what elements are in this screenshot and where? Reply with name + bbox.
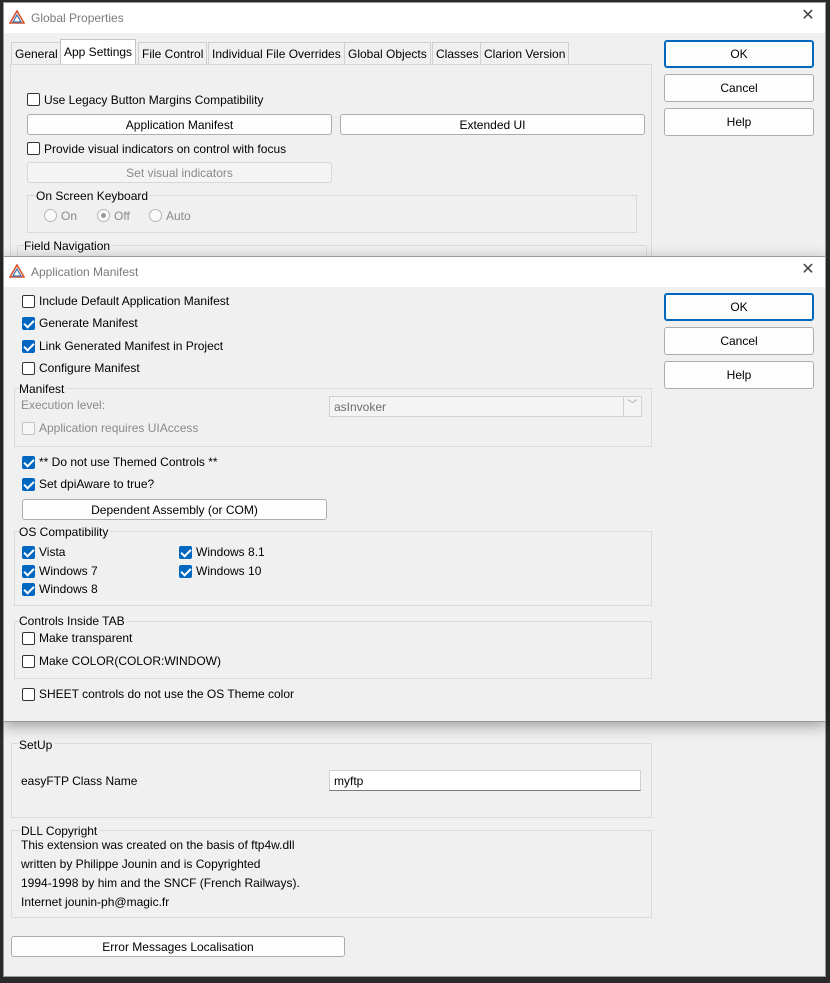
clarion-logo-icon — [9, 264, 25, 278]
generate-manifest-label: Generate Manifest — [39, 316, 138, 330]
dialog-title: Application Manifest — [31, 265, 139, 279]
clarion-logo-icon — [9, 10, 25, 24]
os-windows7-checkbox[interactable] — [22, 565, 35, 578]
os-vista-label: Vista — [39, 545, 66, 559]
dll-copyright-line: Internet jounin-ph@magic.fr — [21, 895, 170, 909]
osk-off-radio[interactable] — [97, 209, 110, 222]
sheet-controls-checkbox[interactable] — [22, 688, 35, 701]
tab-app-settings[interactable]: App Settings — [60, 39, 137, 66]
link-generated-manifest-label: Link Generated Manifest in Project — [39, 339, 224, 353]
help-button[interactable]: Help — [664, 361, 814, 389]
make-color-checkbox[interactable] — [22, 655, 35, 668]
application-manifest-dialog: Application Manifest ✕ OK Cancel Help In… — [3, 256, 826, 722]
setup-group-label: SetUp — [19, 738, 55, 752]
dll-copyright-line: 1994-1998 by him and the SNCF (French Ra… — [21, 876, 300, 890]
legacy-margins-checkbox[interactable] — [27, 93, 40, 106]
dll-copyright-line: This extension was created on the basis … — [21, 838, 295, 852]
global-properties-titlebar: Global Properties ✕ — [4, 3, 825, 33]
cancel-button[interactable]: Cancel — [664, 74, 814, 102]
os-vista-checkbox[interactable] — [22, 546, 35, 559]
os-windows10-checkbox[interactable] — [179, 565, 192, 578]
include-default-manifest-checkbox[interactable] — [22, 295, 35, 308]
execution-level-select[interactable]: asInvoker ﹀ — [329, 396, 642, 417]
os-windows8-label: Windows 8 — [39, 582, 98, 596]
sheet-controls-label: SHEET controls do not use the OS Theme c… — [39, 687, 295, 701]
chevron-down-icon: ﹀ — [623, 397, 641, 416]
os-windows8-checkbox[interactable] — [22, 583, 35, 596]
dpi-aware-label: Set dpiAware to true? — [39, 477, 155, 491]
make-transparent-label: Make transparent — [39, 631, 133, 645]
osk-off-label: Off — [114, 209, 130, 223]
field-navigation-label: Field Navigation — [24, 239, 113, 253]
dll-copyright-line: written by Philippe Jounin and is Copyri… — [21, 857, 261, 871]
tab-file-control[interactable]: File Control — [138, 42, 208, 65]
os-windows10-label: Windows 10 — [196, 564, 262, 578]
execution-level-value: asInvoker — [334, 400, 387, 414]
tab-classes[interactable]: Classes — [432, 42, 483, 65]
extended-ui-button[interactable]: Extended UI — [340, 114, 645, 135]
os-windows81-label: Windows 8.1 — [196, 545, 265, 559]
configure-manifest-checkbox[interactable] — [22, 362, 35, 375]
link-generated-manifest-checkbox[interactable] — [22, 340, 35, 353]
manifest-titlebar: Application Manifest ✕ — [4, 257, 825, 287]
ok-button[interactable]: OK — [664, 293, 814, 321]
osk-group-label: On Screen Keyboard — [36, 189, 151, 203]
dependent-assembly-button[interactable]: Dependent Assembly (or COM) — [22, 499, 327, 520]
configure-manifest-label: Configure Manifest — [39, 361, 140, 375]
error-messages-localisation-button[interactable]: Error Messages Localisation — [11, 936, 345, 957]
help-button[interactable]: Help — [664, 108, 814, 136]
make-color-label: Make COLOR(COLOR:WINDOW) — [39, 654, 222, 668]
close-icon[interactable]: ✕ — [800, 262, 816, 278]
set-visual-indicators-button[interactable]: Set visual indicators — [27, 162, 332, 183]
os-compatibility-group — [14, 531, 652, 606]
tab-individual-file-overrides[interactable]: Individual File Overrides — [208, 42, 345, 65]
make-transparent-checkbox[interactable] — [22, 632, 35, 645]
osk-auto-radio[interactable] — [149, 209, 162, 222]
no-themed-controls-label: ** Do not use Themed Controls ** — [39, 455, 218, 469]
include-default-manifest-label: Include Default Application Manifest — [39, 294, 230, 308]
tab-global-objects[interactable]: Global Objects — [344, 42, 431, 65]
controls-inside-tab-group — [14, 621, 652, 679]
controls-inside-tab-label: Controls Inside TAB — [19, 614, 127, 628]
visual-indicators-checkbox[interactable] — [27, 142, 40, 155]
os-windows7-label: Windows 7 — [39, 564, 98, 578]
osk-on-radio[interactable] — [44, 209, 57, 222]
osk-on-label: On — [61, 209, 78, 223]
application-manifest-button[interactable]: Application Manifest — [27, 114, 332, 135]
generate-manifest-checkbox[interactable] — [22, 317, 35, 330]
easyftp-class-name-input[interactable]: myftp — [329, 770, 641, 791]
uiaccess-checkbox[interactable] — [22, 422, 35, 435]
tab-clarion-version[interactable]: Clarion Version — [480, 42, 570, 65]
ok-button[interactable]: OK — [664, 40, 814, 68]
cancel-button[interactable]: Cancel — [664, 327, 814, 355]
no-themed-controls-checkbox[interactable] — [22, 456, 35, 469]
easyftp-class-name-label: easyFTP Class Name — [21, 774, 138, 788]
window-title: Global Properties — [31, 11, 124, 25]
manifest-group-label: Manifest — [19, 382, 67, 396]
uiaccess-label: Application requires UIAccess — [39, 421, 199, 435]
tab-general[interactable]: General — [11, 42, 62, 65]
close-icon[interactable]: ✕ — [800, 8, 816, 24]
osk-auto-label: Auto — [166, 209, 191, 223]
os-windows81-checkbox[interactable] — [179, 546, 192, 559]
execution-level-label: Execution level: — [21, 398, 106, 412]
dpi-aware-checkbox[interactable] — [22, 478, 35, 491]
visual-indicators-label: Provide visual indicators on control wit… — [44, 142, 287, 156]
os-compatibility-label: OS Compatibility — [19, 525, 111, 539]
legacy-margins-label: Use Legacy Button Margins Compatibility — [44, 93, 264, 107]
